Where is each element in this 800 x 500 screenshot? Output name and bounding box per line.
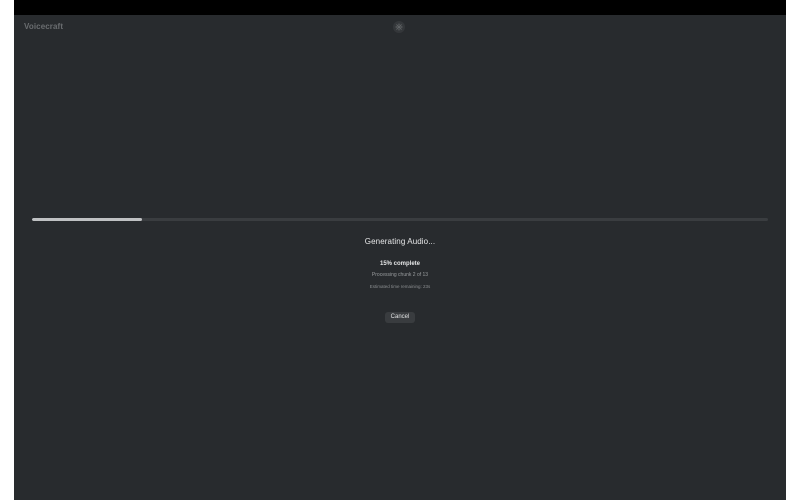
progress-bar-fill	[32, 218, 143, 221]
time-remaining-label: Estimated time remaining: 23s	[369, 284, 431, 289]
settings-button[interactable]	[393, 21, 405, 33]
gear-icon	[395, 23, 403, 31]
chunk-progress-label: Processing chunk 2 of 13	[371, 272, 429, 278]
window-titlebar	[14, 0, 786, 15]
percent-complete-label: 15% complete	[379, 261, 421, 267]
status-heading: Generating Audio...	[364, 237, 436, 246]
app-name: Voicecraft	[24, 22, 64, 31]
app-window: Voicecraft Generating Audio... 15% compl…	[14, 15, 786, 500]
progress-bar	[32, 218, 768, 221]
cancel-button[interactable]: Cancel	[385, 312, 415, 323]
